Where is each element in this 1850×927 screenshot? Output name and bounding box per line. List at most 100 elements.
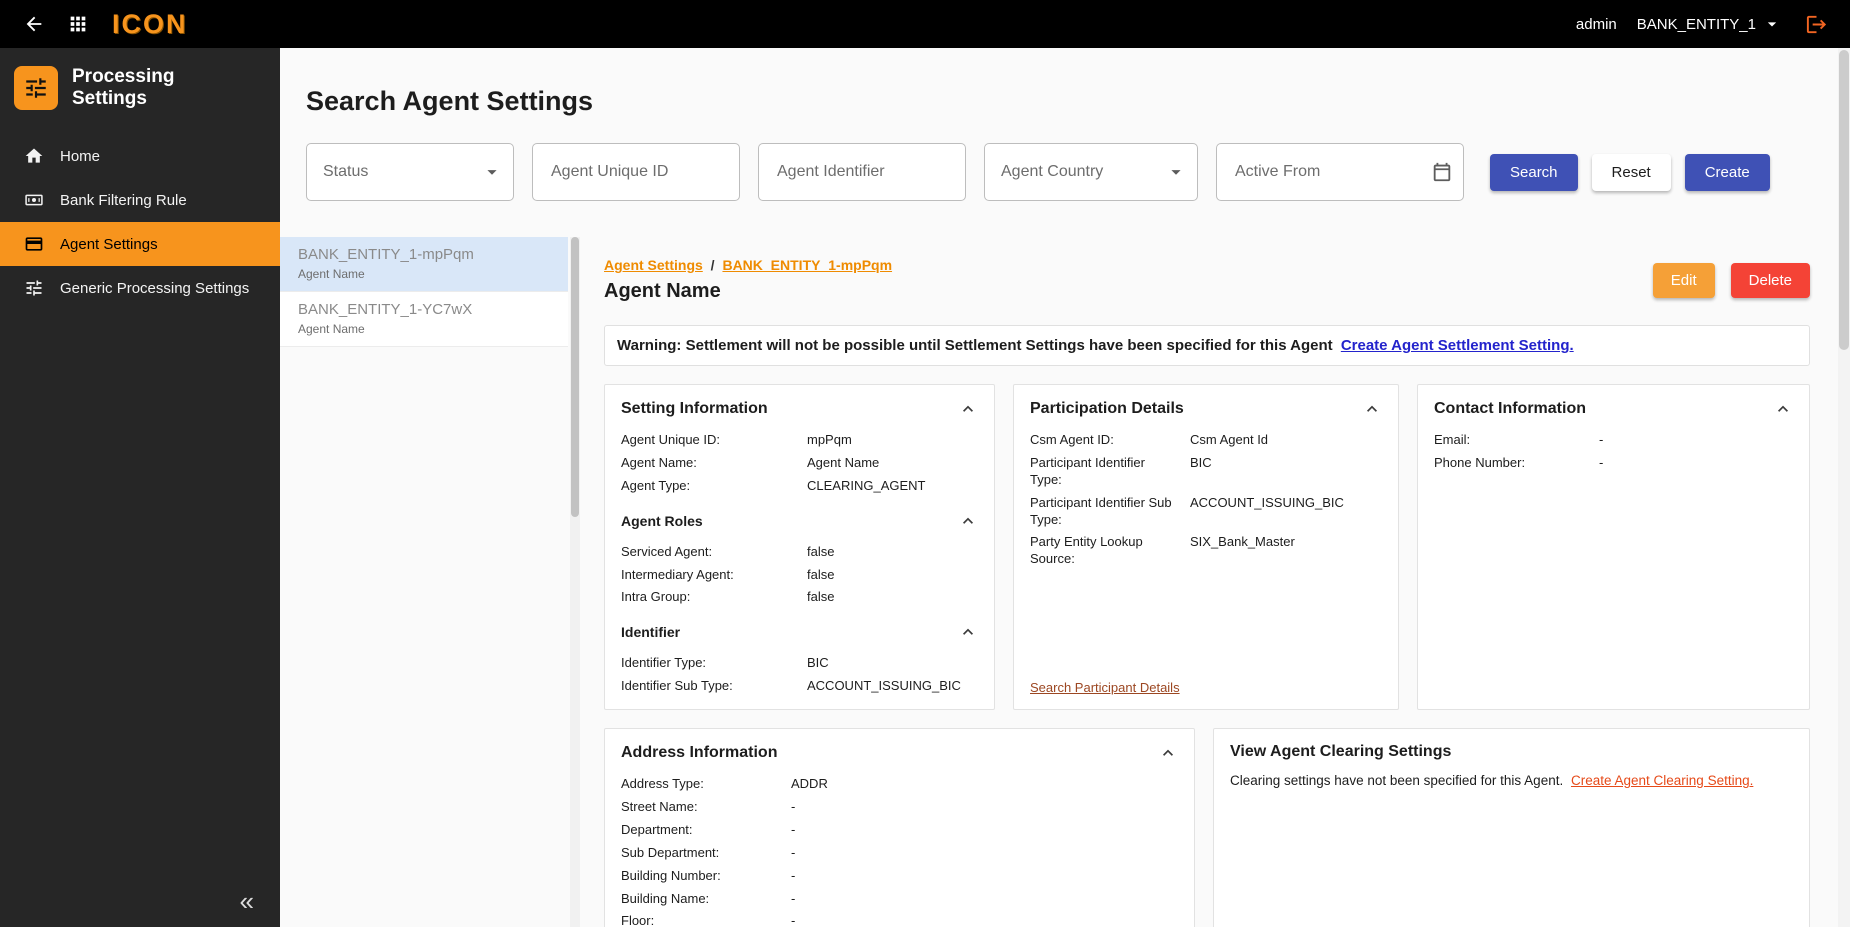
agent-list-item-name: Agent Name xyxy=(298,322,556,336)
calendar-icon[interactable] xyxy=(1431,161,1453,183)
field-value: false xyxy=(807,544,978,561)
list-scrollbar-thumb[interactable] xyxy=(571,237,579,517)
field-label: Email: xyxy=(1434,432,1599,449)
agent-country-select[interactable]: Agent Country xyxy=(984,143,1198,201)
breadcrumb-agent-settings-link[interactable]: Agent Settings xyxy=(604,257,703,273)
contact-information-card: Contact Information Email: - xyxy=(1417,384,1810,710)
breadcrumb-agent-id-link[interactable]: BANK_ENTITY_1-mpPqm xyxy=(722,257,892,273)
sidebar-item-home[interactable]: Home xyxy=(0,134,280,178)
field-label: Department: xyxy=(621,822,791,839)
chevron-up-icon[interactable] xyxy=(1773,399,1793,419)
search-participant-details-link[interactable]: Search Participant Details xyxy=(1030,666,1180,695)
app-logo: ICON xyxy=(112,9,188,40)
create-button[interactable]: Create xyxy=(1685,154,1770,191)
field-value: CLEARING_AGENT xyxy=(807,478,978,495)
field-row: Sub Department: - xyxy=(621,845,1178,862)
field-row: Identifier Type: BIC xyxy=(621,655,978,672)
field-row: Agent Unique ID: mpPqm xyxy=(621,432,978,449)
field-value: - xyxy=(791,891,1178,908)
field-row: Department: - xyxy=(621,822,1178,839)
agent-identifier-input[interactable] xyxy=(775,162,955,182)
page-scrollbar-thumb[interactable] xyxy=(1839,50,1849,350)
field-label: Floor: xyxy=(621,913,791,927)
entity-name: BANK_ENTITY_1 xyxy=(1637,16,1756,33)
agent-list-item[interactable]: BANK_ENTITY_1-mpPqm Agent Name xyxy=(280,237,568,292)
active-from-input[interactable] xyxy=(1233,162,1431,182)
card-title: Participation Details xyxy=(1030,400,1184,418)
detail-header: Agent Settings / BANK_ENTITY_1-mpPqm Age… xyxy=(604,257,1810,303)
field-label: Building Name: xyxy=(621,891,791,908)
create-agent-settlement-setting-link[interactable]: Create Agent Settlement Setting. xyxy=(1341,337,1574,354)
chevron-up-icon[interactable] xyxy=(958,622,978,642)
search-button[interactable]: Search xyxy=(1490,154,1578,191)
field-value: - xyxy=(791,799,1178,816)
sidebar-item-label: Agent Settings xyxy=(60,236,158,253)
field-value: Agent Name xyxy=(807,455,978,472)
agent-unique-id-input[interactable] xyxy=(549,162,729,182)
card-title: View Agent Clearing Settings xyxy=(1230,743,1451,761)
field-row: Serviced Agent: false xyxy=(621,544,978,561)
home-icon xyxy=(24,146,44,166)
field-row: Participant Identifier Type: BIC xyxy=(1030,455,1382,489)
agent-settings-icon xyxy=(24,234,44,254)
field-label: Phone Number: xyxy=(1434,455,1599,472)
field-row: Party Entity Lookup Source: SIX_Bank_Mas… xyxy=(1030,534,1382,568)
field-label: Sub Department: xyxy=(621,845,791,862)
logout-button[interactable] xyxy=(1802,10,1830,38)
sidebar-item-bank-filtering-rule[interactable]: Bank Filtering Rule xyxy=(0,178,280,222)
chevron-up-icon[interactable] xyxy=(1158,743,1178,763)
chevron-down-icon xyxy=(1762,14,1782,34)
apps-grid-button[interactable] xyxy=(64,10,92,38)
settlement-warning-text: Warning: Settlement will not be possible… xyxy=(617,337,1333,354)
field-value: false xyxy=(807,589,978,606)
user-name: admin xyxy=(1576,16,1617,33)
filter-bar: Status Agent Country xyxy=(306,143,1810,201)
participation-details-card: Participation Details Csm Agent ID: Csm … xyxy=(1013,384,1399,710)
create-agent-clearing-setting-link[interactable]: Create Agent Clearing Setting. xyxy=(1571,773,1753,788)
field-row: Identifier Sub Type: ACCOUNT_ISSUING_BIC xyxy=(621,678,978,695)
cards-row-1: Setting Information Agent Unique ID: mpP… xyxy=(604,384,1810,710)
edit-button[interactable]: Edit xyxy=(1653,263,1715,298)
field-row: Agent Type: CLEARING_AGENT xyxy=(621,478,978,495)
sidebar-item-label: Bank Filtering Rule xyxy=(60,192,187,209)
settlement-warning: Warning: Settlement will not be possible… xyxy=(604,325,1810,366)
page-scrollbar[interactable] xyxy=(1838,48,1850,927)
sidebar-item-label: Home xyxy=(60,148,100,165)
delete-button[interactable]: Delete xyxy=(1731,263,1810,298)
agent-detail-panel: Agent Settings / BANK_ENTITY_1-mpPqm Age… xyxy=(580,237,1850,927)
field-value: false xyxy=(807,567,978,584)
chevron-up-icon[interactable] xyxy=(958,399,978,419)
agent-list-item-id: BANK_ENTITY_1-YC7wX xyxy=(298,301,556,318)
sidebar-item-agent-settings[interactable]: Agent Settings xyxy=(0,222,280,266)
field-label: Building Number: xyxy=(621,868,791,885)
field-value: - xyxy=(1599,455,1793,472)
sidebar-collapse-button[interactable]: « xyxy=(234,887,260,915)
setting-information-card: Setting Information Agent Unique ID: mpP… xyxy=(604,384,995,710)
agent-list-item[interactable]: BANK_ENTITY_1-YC7wX Agent Name xyxy=(280,292,568,347)
field-row: Email: - xyxy=(1434,432,1793,449)
sidebar-nav: Home Bank Filtering Rule Agent Settings … xyxy=(0,134,280,310)
agent-list-item-id: BANK_ENTITY_1-mpPqm xyxy=(298,246,556,263)
clearing-settings-text-wrap: Clearing settings have not been specifie… xyxy=(1230,773,1793,788)
agent-list-item-name: Agent Name xyxy=(298,267,556,281)
agent-identifier-field-wrap xyxy=(758,143,966,201)
status-select[interactable]: Status xyxy=(306,143,514,201)
field-row: Floor: - xyxy=(621,913,1178,927)
clearing-settings-text: Clearing settings have not been specifie… xyxy=(1230,773,1563,788)
chevron-down-icon xyxy=(1165,161,1187,183)
list-scrollbar[interactable] xyxy=(570,237,580,927)
field-value: - xyxy=(1599,432,1793,449)
identifier-title: Identifier xyxy=(621,624,680,640)
results-section: BANK_ENTITY_1-mpPqm Agent Name BANK_ENTI… xyxy=(280,237,1850,927)
agent-roles-title: Agent Roles xyxy=(621,513,703,529)
sidebar-item-generic-processing-settings[interactable]: Generic Processing Settings xyxy=(0,266,280,310)
field-label: Identifier Type: xyxy=(621,655,807,672)
reset-button[interactable]: Reset xyxy=(1592,154,1671,191)
chevron-up-icon[interactable] xyxy=(958,511,978,531)
card-title: Setting Information xyxy=(621,400,768,418)
chevron-up-icon[interactable] xyxy=(1362,399,1382,419)
field-row: Street Name: - xyxy=(621,799,1178,816)
back-button[interactable] xyxy=(20,10,48,38)
field-value: BIC xyxy=(807,655,978,672)
entity-selector[interactable]: BANK_ENTITY_1 xyxy=(1637,14,1782,34)
